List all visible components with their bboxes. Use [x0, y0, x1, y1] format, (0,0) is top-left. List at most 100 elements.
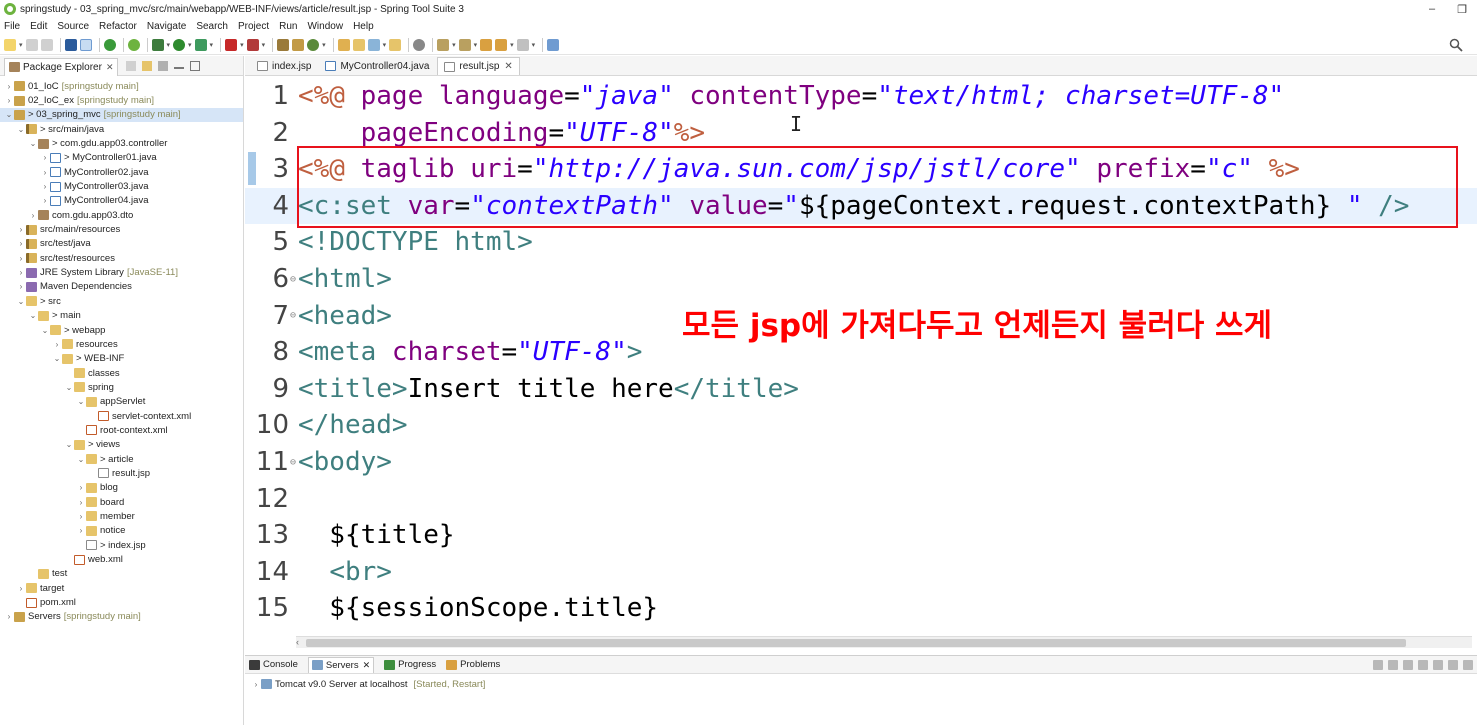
menu-help[interactable]: Help — [353, 21, 374, 32]
collapsed-icon[interactable]: › — [40, 153, 50, 162]
globe-icon[interactable] — [413, 38, 426, 51]
tree-item[interactable]: › notice — [0, 524, 243, 538]
tree-item[interactable]: › member — [0, 509, 243, 523]
menu-edit[interactable]: Edit — [30, 21, 47, 32]
search-icon[interactable] — [1449, 38, 1463, 52]
tree-item[interactable]: › src/test/java — [0, 237, 243, 251]
editor-tab[interactable]: result.jsp ✕ — [437, 57, 520, 75]
collapsed-icon[interactable]: › — [4, 82, 14, 91]
tree-item[interactable]: pom.xml — [0, 595, 243, 609]
tree-item[interactable]: › 02_IoC_ex [springstudy main] — [0, 93, 243, 107]
save-icon[interactable] — [25, 38, 38, 51]
tree-item[interactable]: servlet-context.xml — [0, 409, 243, 423]
expanded-icon[interactable]: ⌄ — [52, 354, 62, 363]
collapsed-icon[interactable]: › — [16, 268, 26, 277]
stop-server-icon[interactable] — [1433, 660, 1443, 670]
collapsed-icon[interactable]: › — [16, 254, 26, 263]
restore-button[interactable]: ❐ — [1447, 0, 1477, 18]
code-line[interactable]: 9 <title>Insert title here</title> — [245, 371, 1477, 407]
expand-icon[interactable]: › — [251, 680, 261, 689]
run-icon[interactable] — [173, 38, 186, 51]
collapsed-icon[interactable]: › — [4, 96, 14, 105]
tree-item[interactable]: › MyController02.java — [0, 165, 243, 179]
publish-icon[interactable] — [1448, 660, 1458, 670]
code-line[interactable]: 15 ${sessionScope.title} — [245, 590, 1477, 626]
new-class-icon[interactable] — [292, 38, 305, 51]
tree-item[interactable]: > index.jsp — [0, 538, 243, 552]
tree-item[interactable]: › Maven Dependencies — [0, 280, 243, 294]
pen-icon[interactable] — [367, 38, 380, 51]
menu-refactor[interactable]: Refactor — [99, 21, 137, 32]
expanded-icon[interactable]: ⌄ — [64, 383, 74, 392]
close-icon[interactable]: ✕ — [106, 62, 114, 73]
collapsed-icon[interactable]: › — [40, 196, 50, 205]
editor-horizontal-scrollbar[interactable]: ‹ — [296, 636, 1472, 648]
maximize-view-icon[interactable] — [190, 60, 201, 71]
collapsed-icon[interactable]: › — [76, 498, 86, 507]
tree-item[interactable]: result.jsp — [0, 466, 243, 480]
code-line[interactable]: 1 <%@ page language="java" contentType="t… — [245, 78, 1477, 114]
new-icon[interactable] — [4, 38, 16, 51]
last-edit-location-icon[interactable] — [480, 38, 493, 51]
tree-item[interactable]: web.xml — [0, 552, 243, 566]
collapse-all-icon[interactable] — [126, 60, 137, 71]
toggle-mark-occurrences-icon[interactable] — [79, 38, 92, 51]
menu-source[interactable]: Source — [57, 21, 89, 32]
expanded-icon[interactable]: ⌄ — [76, 455, 86, 464]
editor-tab[interactable]: index.jsp — [251, 57, 317, 75]
tab-problems[interactable]: Problems — [446, 659, 500, 670]
profile-server-icon[interactable] — [1418, 660, 1428, 670]
tree-item[interactable]: ⌄ appServlet — [0, 395, 243, 409]
previous-annotation-dropdown-icon[interactable]: ▾ — [474, 41, 478, 49]
collapsed-icon[interactable]: › — [16, 584, 26, 593]
launch-icon[interactable] — [246, 38, 259, 51]
code-line[interactable]: 6 ⊖ <html> — [245, 261, 1477, 297]
next-annotation-icon[interactable] — [437, 38, 450, 51]
spring-dashboard-icon[interactable] — [127, 38, 140, 51]
collapsed-icon[interactable]: › — [40, 182, 50, 191]
view-menu-icon[interactable] — [158, 60, 169, 71]
tree-item[interactable]: › board — [0, 495, 243, 509]
minimize-view-icon[interactable] — [174, 63, 185, 69]
tab-progress[interactable]: Progress — [384, 659, 436, 670]
code-line[interactable]: 12 — [245, 481, 1477, 517]
minimize-button[interactable]: – — [1417, 0, 1447, 18]
expanded-icon[interactable]: ⌄ — [64, 440, 74, 449]
next-annotation-dropdown-icon[interactable]: ▾ — [452, 41, 456, 49]
collapsed-icon[interactable]: › — [28, 211, 38, 220]
pen-dropdown-icon[interactable]: ▾ — [383, 41, 387, 49]
tree-item[interactable]: ⌄ spring — [0, 380, 243, 394]
external-tools-icon[interactable] — [194, 38, 207, 51]
collapsed-icon[interactable]: › — [4, 612, 14, 621]
expanded-icon[interactable]: ⌄ — [28, 139, 38, 148]
collapsed-icon[interactable]: › — [76, 526, 86, 535]
open-folder-icon[interactable] — [352, 38, 365, 51]
collapse-icon[interactable] — [1373, 660, 1383, 670]
start-server-icon[interactable] — [103, 38, 116, 51]
server-row[interactable]: › Tomcat v9.0 Server at localhost [Start… — [245, 676, 1477, 692]
collapsed-icon[interactable]: › — [76, 512, 86, 521]
tree-item[interactable]: ⌄ > WEB-INF — [0, 352, 243, 366]
tree-item[interactable]: › 01_IoC [springstudy main] — [0, 79, 243, 93]
tree-item[interactable]: › > MyController01.java — [0, 151, 243, 165]
forward-dropdown-icon[interactable]: ▾ — [532, 41, 536, 49]
tree-item[interactable]: › src/main/resources — [0, 222, 243, 236]
new-java-project-dropdown-icon[interactable]: ▾ — [322, 41, 326, 49]
code-line[interactable]: 13 ${title} — [245, 517, 1477, 553]
forward-icon[interactable] — [516, 38, 529, 51]
stop-icon[interactable] — [225, 38, 238, 51]
tree-item[interactable]: ⌄ > src — [0, 294, 243, 308]
link-with-editor-icon[interactable] — [142, 60, 153, 71]
tree-item[interactable]: › Servers [springstudy main] — [0, 610, 243, 624]
tree-item[interactable]: ⌄ > src/main/java — [0, 122, 243, 136]
tree-item[interactable]: › resources — [0, 337, 243, 351]
code-line[interactable]: 14 <br> — [245, 554, 1477, 590]
tree-item[interactable]: ⌄ > views — [0, 438, 243, 452]
start-server-icon[interactable] — [1403, 660, 1413, 670]
tree-item[interactable]: › target — [0, 581, 243, 595]
save-all-icon[interactable] — [40, 38, 53, 51]
new-dropdown-icon[interactable]: ▾ — [19, 41, 23, 49]
close-icon[interactable]: ✕ — [363, 660, 371, 671]
launch-dropdown-icon[interactable]: ▾ — [262, 41, 266, 49]
collapsed-icon[interactable]: › — [52, 340, 62, 349]
